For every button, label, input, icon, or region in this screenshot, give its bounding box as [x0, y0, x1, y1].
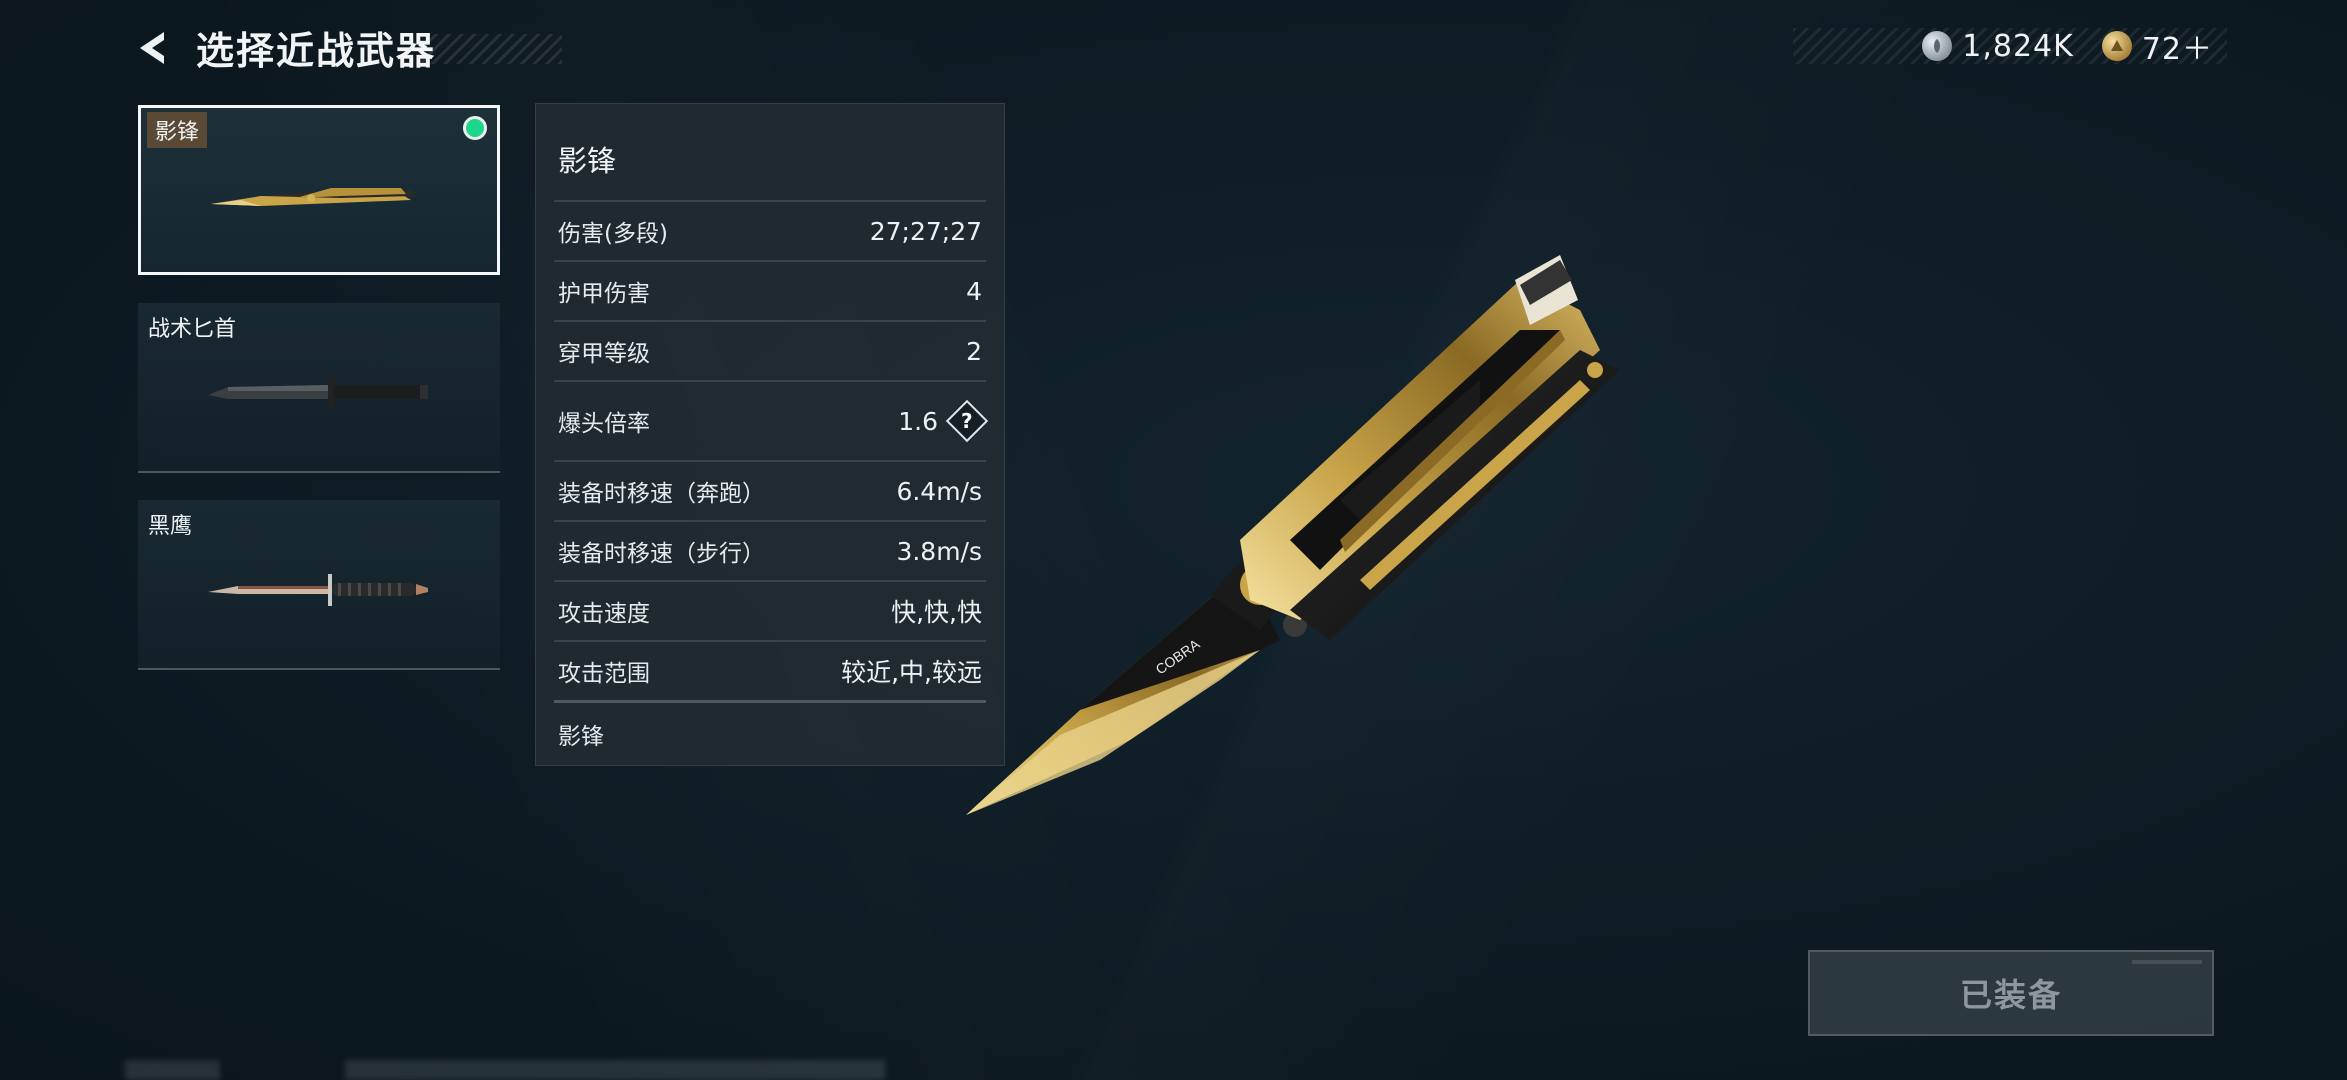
currency-bar: 1,824K 72＋: [1793, 28, 2227, 67]
equipped-indicator-icon: [463, 116, 487, 140]
stats-title: 影锋: [558, 144, 617, 178]
divider: [554, 700, 986, 703]
stat-row-walk-speed: 装备时移速（步行） 3.8m/s: [554, 522, 986, 580]
weapon-name: 战术匕首: [148, 317, 237, 342]
stat-row-damage: 伤害(多段) 27;27;27: [554, 202, 986, 260]
weapon-card-yingfeng[interactable]: 影锋: [138, 105, 500, 275]
weapon-stats-panel: 影锋 伤害(多段) 27;27;27 护甲伤害 4 穿甲等级 2 爆头倍率 1.…: [535, 103, 1005, 766]
butterfly-knife-thumbnail: [211, 188, 416, 206]
stat-label: 攻击范围: [558, 661, 650, 687]
chevron-left-icon: [140, 32, 164, 64]
stat-row-attack-speed: 攻击速度 快,快,快: [554, 582, 986, 640]
weapon-card-black-hawk[interactable]: 黑鹰: [138, 500, 500, 670]
stat-label: 装备时移速（奔跑）: [558, 481, 765, 507]
page-header: 选择近战武器: [196, 22, 562, 73]
stat-row-attack-range: 攻击范围 较近,中,较远: [554, 642, 986, 700]
equipped-button[interactable]: 已装备: [1808, 950, 2214, 1036]
butterfly-knife-render: COBRA: [966, 255, 1620, 815]
stat-row-penetration: 穿甲等级 2: [554, 322, 986, 380]
gold-coin-icon: [2101, 31, 2132, 61]
stat-label: 爆头倍率: [558, 411, 650, 437]
equipped-button-label: 已装备: [1959, 976, 2062, 1014]
weapon-card-tactical-dagger[interactable]: 战术匕首: [138, 303, 500, 473]
stat-label: 攻击速度: [558, 601, 650, 627]
card-divider: [138, 471, 500, 473]
page-title: 选择近战武器: [196, 28, 437, 73]
blurred-footer-text: [125, 1060, 220, 1080]
back-button[interactable]: [130, 24, 178, 72]
stat-row-armor-damage: 护甲伤害 4: [554, 262, 986, 320]
stat-row-footer: 影锋: [554, 704, 986, 764]
silver-currency-value: 1,824K: [1962, 28, 2074, 64]
tactical-dagger-thumbnail: [208, 377, 428, 409]
weapon-name: 黑鹰: [148, 514, 193, 539]
blurred-footer-text: [345, 1060, 885, 1080]
stat-label: 装备时移速（步行）: [558, 541, 765, 567]
weapon-footer-name: 影锋: [558, 724, 604, 750]
stat-value-text: 1.6: [898, 406, 938, 436]
stat-row-run-speed: 装备时移速（奔跑） 6.4m/s: [554, 462, 986, 520]
stat-label: 护甲伤害: [558, 281, 650, 307]
weapon-name: 影锋: [147, 112, 208, 148]
stat-row-headshot: 爆头倍率 1.6 ?: [554, 382, 989, 460]
gold-currency-value: 72＋: [2141, 32, 2213, 67]
stat-label: 伤害(多段): [558, 221, 668, 247]
card-divider: [138, 668, 500, 670]
title-stripe-decoration: [422, 34, 562, 64]
button-decoration: [2132, 960, 2202, 964]
knife-blade: [966, 590, 1280, 815]
silver-coin-icon: [1922, 31, 1953, 61]
black-hawk-thumbnail: [208, 574, 428, 606]
stat-label: 穿甲等级: [558, 341, 650, 367]
